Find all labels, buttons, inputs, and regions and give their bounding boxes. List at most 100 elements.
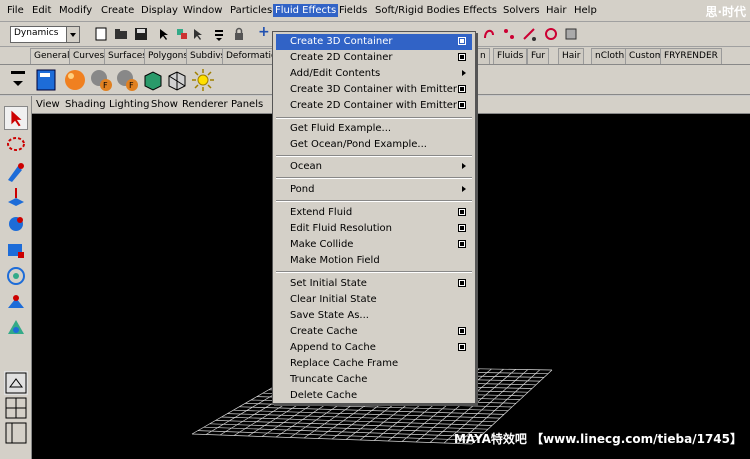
menu-item-save-state-as[interactable]: Save State As... xyxy=(276,308,472,324)
tab-fryrender[interactable]: FRYRENDER xyxy=(660,48,722,64)
menu-separator xyxy=(276,155,472,157)
panel-menu-shading[interactable]: Shading xyxy=(65,99,106,110)
option-box-icon[interactable] xyxy=(458,37,466,45)
select-component-icon[interactable] xyxy=(192,27,206,41)
menu-item-create-2d-container-emitter[interactable]: Create 2D Container with Emitter xyxy=(276,98,472,114)
tab-hair[interactable]: Hair xyxy=(558,48,585,64)
open-scene-icon[interactable] xyxy=(114,27,128,41)
option-box-icon[interactable] xyxy=(458,279,466,287)
light-icon[interactable] xyxy=(190,67,216,93)
fur-dynamics-icon[interactable]: F xyxy=(88,67,114,93)
panel-menu-view[interactable]: View xyxy=(36,99,60,110)
menu-item-delete-cache[interactable]: Delete Cache xyxy=(276,388,472,404)
grid-cube-icon[interactable] xyxy=(164,67,190,93)
rotate-tool-icon[interactable] xyxy=(4,212,28,236)
menu-item-get-fluid-example[interactable]: Get Fluid Example... xyxy=(276,121,472,137)
select-object-icon[interactable] xyxy=(175,27,189,41)
menu-item-create-3d-container[interactable]: Create 3D Container xyxy=(276,34,472,50)
menu-bar: File Edit Modify Create Display Window P… xyxy=(0,0,750,22)
menu-item-create-3d-container-emitter[interactable]: Create 3D Container with Emitter xyxy=(276,82,472,98)
menu-item-make-collide[interactable]: Make Collide xyxy=(276,237,472,253)
tab-general[interactable]: General xyxy=(30,48,74,64)
option-box-icon[interactable] xyxy=(458,85,466,93)
menu-item-edit-fluid-resolution[interactable]: Edit Fluid Resolution xyxy=(276,221,472,237)
menu-hair[interactable]: Hair xyxy=(544,4,569,17)
snap-point-icon[interactable] xyxy=(502,27,516,41)
shelf-menu-icon[interactable] xyxy=(8,67,28,93)
tab-ncloth[interactable]: nCloth xyxy=(591,48,629,64)
menu-item-replace-cache-frame[interactable]: Replace Cache Frame xyxy=(276,356,472,372)
menu-item-get-ocean-pond-example[interactable]: Get Ocean/Pond Example... xyxy=(276,137,472,153)
hypershade-icon[interactable] xyxy=(34,67,60,93)
panel-menu-lighting[interactable]: Lighting xyxy=(109,99,149,110)
panel-menu-renderer[interactable]: Renderer xyxy=(182,99,228,110)
lock-icon[interactable] xyxy=(232,27,246,41)
panel-menu-panels[interactable]: Panels xyxy=(231,99,263,110)
move-tool-icon[interactable] xyxy=(4,186,28,210)
menu-item-truncate-cache[interactable]: Truncate Cache xyxy=(276,372,472,388)
persp-outliner-icon[interactable] xyxy=(4,421,28,445)
save-scene-icon[interactable] xyxy=(134,27,148,41)
menu-item-extend-fluid[interactable]: Extend Fluid xyxy=(276,205,472,221)
snap-curve-icon[interactable] xyxy=(482,27,496,41)
menu-set-selector[interactable]: Dynamics xyxy=(10,26,80,43)
panel-menu-show[interactable]: Show xyxy=(151,99,178,110)
option-box-icon[interactable] xyxy=(458,208,466,216)
menu-solvers[interactable]: Solvers xyxy=(501,4,542,17)
menu-item-set-initial-state[interactable]: Set Initial State xyxy=(276,276,472,292)
input-output-icon[interactable] xyxy=(564,27,578,41)
single-view-icon[interactable] xyxy=(4,371,28,395)
menu-help[interactable]: Help xyxy=(572,4,599,17)
tab-fur[interactable]: Fur xyxy=(527,48,550,64)
menu-dash-icon[interactable] xyxy=(212,27,226,41)
submenu-arrow-icon xyxy=(462,70,466,76)
menu-window[interactable]: Window xyxy=(181,4,224,17)
select-hierarchy-icon[interactable] xyxy=(158,27,172,41)
snap-surface-icon[interactable] xyxy=(544,27,558,41)
menu-fields[interactable]: Fields xyxy=(337,4,369,17)
menu-item-create-2d-container[interactable]: Create 2D Container xyxy=(276,50,472,66)
show-manip-icon[interactable] xyxy=(4,316,28,340)
option-box-icon[interactable] xyxy=(458,240,466,248)
universal-manip-icon[interactable] xyxy=(4,264,28,288)
menu-soft-rigid-bodies[interactable]: Soft/Rigid Bodies xyxy=(373,4,462,17)
menu-display[interactable]: Display xyxy=(139,4,180,17)
fluid-render-icon[interactable]: F xyxy=(114,67,140,93)
menu-item-append-to-cache[interactable]: Append to Cache xyxy=(276,340,472,356)
new-scene-icon[interactable] xyxy=(94,27,108,41)
menu-effects[interactable]: Effects xyxy=(461,4,499,17)
menu-edit[interactable]: Edit xyxy=(30,4,53,17)
menu-modify[interactable]: Modify xyxy=(57,4,94,17)
tab-curves[interactable]: Curves xyxy=(69,48,109,64)
menu-item-add-edit-contents[interactable]: Add/Edit Contents xyxy=(276,66,472,82)
menu-item-make-motion-field[interactable]: Make Motion Field xyxy=(276,253,472,269)
menu-item-clear-initial-state[interactable]: Clear Initial State xyxy=(276,292,472,308)
tab-n[interactable]: n xyxy=(476,48,490,64)
four-view-icon[interactable] xyxy=(4,396,28,420)
material-sphere-icon[interactable] xyxy=(62,67,88,93)
cube-icon[interactable] xyxy=(140,67,166,93)
soft-mod-icon[interactable] xyxy=(4,290,28,314)
menu-create[interactable]: Create xyxy=(99,4,136,17)
option-box-icon[interactable] xyxy=(458,327,466,335)
option-box-icon[interactable] xyxy=(458,53,466,61)
paint-select-icon[interactable] xyxy=(4,160,28,184)
menu-fluid-effects[interactable]: Fluid Effects xyxy=(273,4,339,17)
menu-item-create-cache[interactable]: Create Cache xyxy=(276,324,472,340)
plus-icon[interactable]: + xyxy=(258,24,272,40)
menu-item-ocean[interactable]: Ocean xyxy=(276,159,472,175)
option-box-icon[interactable] xyxy=(458,101,466,109)
menu-separator xyxy=(276,117,472,119)
tab-fluids[interactable]: Fluids xyxy=(493,48,528,64)
menu-file[interactable]: File xyxy=(5,4,26,17)
option-box-icon[interactable] xyxy=(458,224,466,232)
option-box-icon[interactable] xyxy=(458,343,466,351)
select-tool-icon[interactable] xyxy=(4,106,28,130)
snap-view-icon[interactable] xyxy=(522,27,536,41)
chevron-down-icon[interactable] xyxy=(66,27,79,42)
scale-tool-icon[interactable] xyxy=(4,238,28,262)
menu-particles[interactable]: Particles xyxy=(228,4,274,17)
menu-item-pond[interactable]: Pond xyxy=(276,182,472,198)
tab-polygons[interactable]: Polygons xyxy=(144,48,193,64)
lasso-tool-icon[interactable] xyxy=(4,134,28,158)
